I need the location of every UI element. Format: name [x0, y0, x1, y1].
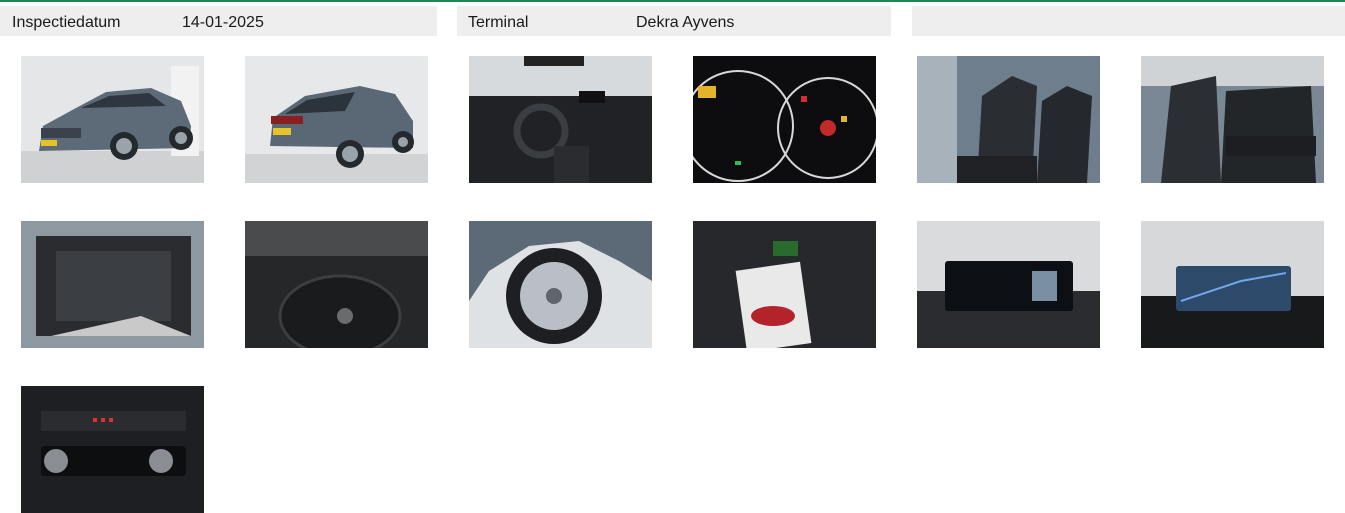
rear-left-exterior-photo[interactable] — [245, 56, 428, 183]
instrument-cluster-photo[interactable] — [693, 56, 876, 183]
climate-control-photo[interactable] — [21, 386, 204, 513]
infotainment-screen-photo[interactable] — [917, 221, 1100, 348]
top-accent-line — [0, 0, 1345, 2]
inspection-date-value: 14-01-2025 — [182, 14, 264, 31]
spare-wheel-well-photo[interactable] — [245, 221, 428, 348]
terminal-value: Dekra Ayvens — [636, 14, 735, 31]
front-seats-photo[interactable] — [917, 56, 1100, 183]
terminal-label: Terminal — [468, 14, 529, 31]
empty-header-section — [912, 6, 1345, 36]
dashboard-photo[interactable] — [469, 56, 652, 183]
inspection-date-section: Inspectiedatum 14-01-2025 — [0, 6, 437, 36]
wheel-photo[interactable] — [469, 221, 652, 348]
owners-manual-photo[interactable] — [693, 221, 876, 348]
front-left-exterior-photo[interactable] — [21, 56, 204, 183]
navigation-screen-photo[interactable] — [1141, 221, 1324, 348]
rear-seats-photo[interactable] — [1141, 56, 1324, 183]
terminal-section: Terminal Dekra Ayvens — [457, 6, 891, 36]
trunk-photo[interactable] — [21, 221, 204, 348]
inspection-date-label: Inspectiedatum — [12, 14, 121, 31]
